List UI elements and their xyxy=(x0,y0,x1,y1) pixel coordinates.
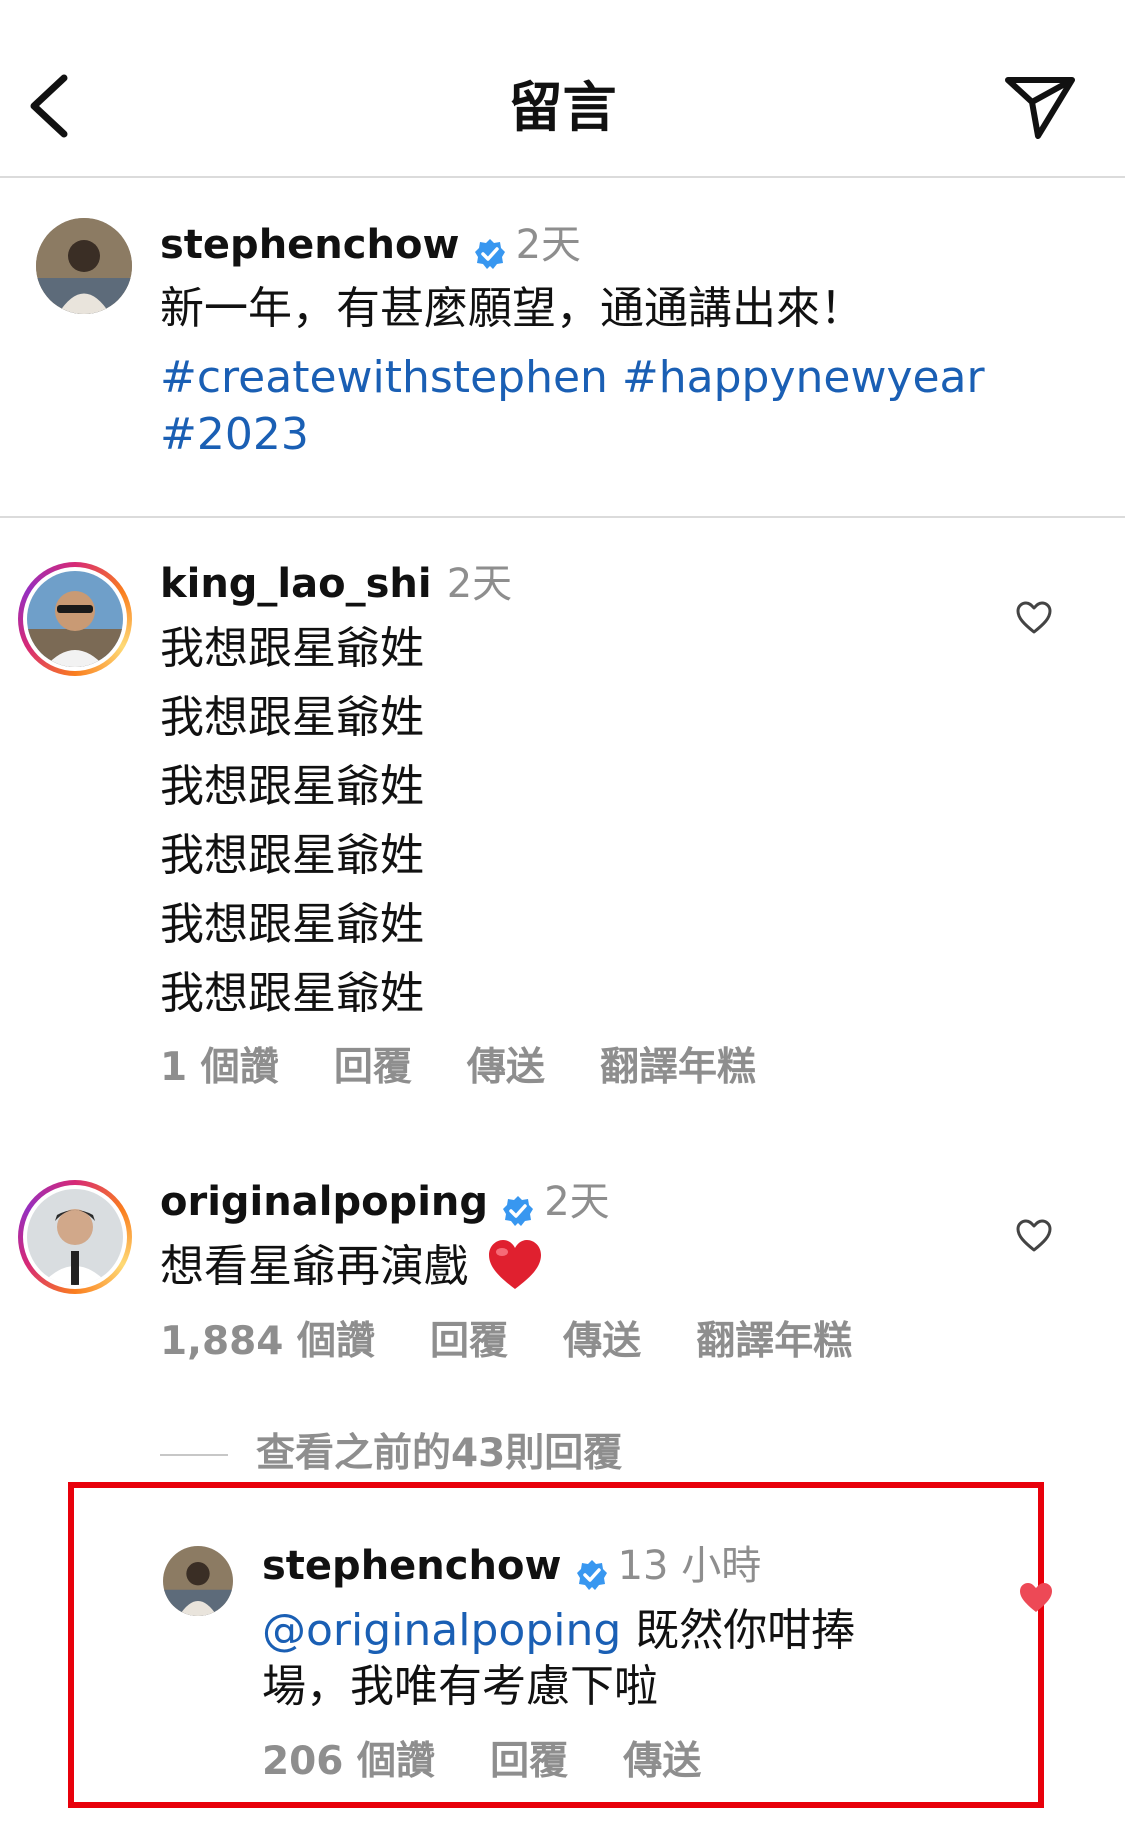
comment-actions: 1 個讚 回覆 傳送 翻譯年糕 xyxy=(160,1040,756,1096)
comment-header: originalpoping 2天 xyxy=(160,1174,610,1230)
red-heart-emoji-icon xyxy=(489,1240,541,1289)
reply-button[interactable]: 回覆 xyxy=(490,1739,568,1784)
username[interactable]: stephenchow xyxy=(262,1543,561,1589)
heart-outline-icon xyxy=(1016,601,1052,634)
username[interactable]: stephenchow xyxy=(160,222,459,268)
comment-line: 我想跟星爺姓 xyxy=(160,623,424,674)
heart-filled-icon xyxy=(1020,1583,1052,1612)
likes-count[interactable]: 206 個讚 xyxy=(262,1739,435,1784)
like-button[interactable] xyxy=(1014,598,1054,638)
translate-button[interactable]: 翻譯年糕 xyxy=(600,1045,756,1090)
avatar[interactable] xyxy=(163,1546,233,1616)
comment-text: 想看星爺再演戲 xyxy=(160,1241,468,1292)
heart-outline-icon xyxy=(1016,1219,1052,1252)
replies-line xyxy=(160,1454,228,1456)
like-button[interactable] xyxy=(1016,1578,1056,1618)
share-button[interactable] xyxy=(1000,72,1080,142)
page-title: 留言 xyxy=(508,76,617,139)
hashtag-link[interactable]: #2023 xyxy=(160,400,309,469)
timestamp: 2天 xyxy=(544,1179,610,1225)
avatar[interactable] xyxy=(36,218,132,314)
comment-header: king_lao_shi 2天 xyxy=(160,556,512,612)
reply-button[interactable]: 回覆 xyxy=(430,1319,508,1364)
reply-text: 場，我唯有考慮下啦 xyxy=(262,1661,658,1712)
story-ring-avatar[interactable] xyxy=(18,1180,132,1294)
username[interactable]: originalpoping xyxy=(160,1179,488,1225)
reply-text: 既然你咁捧 xyxy=(621,1605,856,1656)
caption-text: 新一年，有甚麼願望，通通講出來！ xyxy=(160,283,864,334)
verified-badge-icon xyxy=(474,238,505,269)
translate-button[interactable]: 翻譯年糕 xyxy=(696,1319,852,1364)
comment-line: 我想跟星爺姓 xyxy=(160,761,424,812)
mention-link[interactable]: @originalpoping xyxy=(262,1605,621,1656)
send-button[interactable]: 傳送 xyxy=(467,1045,545,1090)
comment-line: 我想跟星爺姓 xyxy=(160,899,424,950)
caption-header: stephenchow 2天 xyxy=(160,218,581,272)
timestamp: 2天 xyxy=(515,222,582,268)
comment-line: 我想跟星爺姓 xyxy=(160,692,424,743)
likes-count[interactable]: 1,884 個讚 xyxy=(160,1319,375,1364)
username[interactable]: king_lao_shi xyxy=(160,561,432,607)
timestamp: 13 小時 xyxy=(617,1543,762,1589)
view-replies-button[interactable]: 查看之前的43則回覆 xyxy=(256,1426,622,1482)
story-ring-avatar[interactable] xyxy=(18,562,132,676)
comment-text-row: 想看星爺再演戲 xyxy=(160,1232,544,1301)
divider xyxy=(0,516,1125,518)
reply-button[interactable]: 回覆 xyxy=(334,1045,412,1090)
likes-count[interactable]: 1 個讚 xyxy=(160,1045,279,1090)
send-button[interactable]: 傳送 xyxy=(623,1739,701,1784)
send-button[interactable]: 傳送 xyxy=(563,1319,641,1364)
comment-line: 我想跟星爺姓 xyxy=(160,830,424,881)
like-button[interactable] xyxy=(1014,1216,1054,1256)
paper-plane-icon xyxy=(1005,77,1075,139)
verified-badge-icon xyxy=(503,1195,534,1226)
verified-badge-icon xyxy=(576,1559,607,1590)
reply-header: stephenchow 13 小時 xyxy=(262,1538,761,1594)
timestamp: 2天 xyxy=(446,561,513,607)
comment-line: 我想跟星爺姓 xyxy=(160,968,424,1019)
reply-actions: 206 個讚 回覆 傳送 xyxy=(262,1734,701,1790)
comment-actions: 1,884 個讚 回覆 傳送 翻譯年糕 xyxy=(160,1314,852,1370)
